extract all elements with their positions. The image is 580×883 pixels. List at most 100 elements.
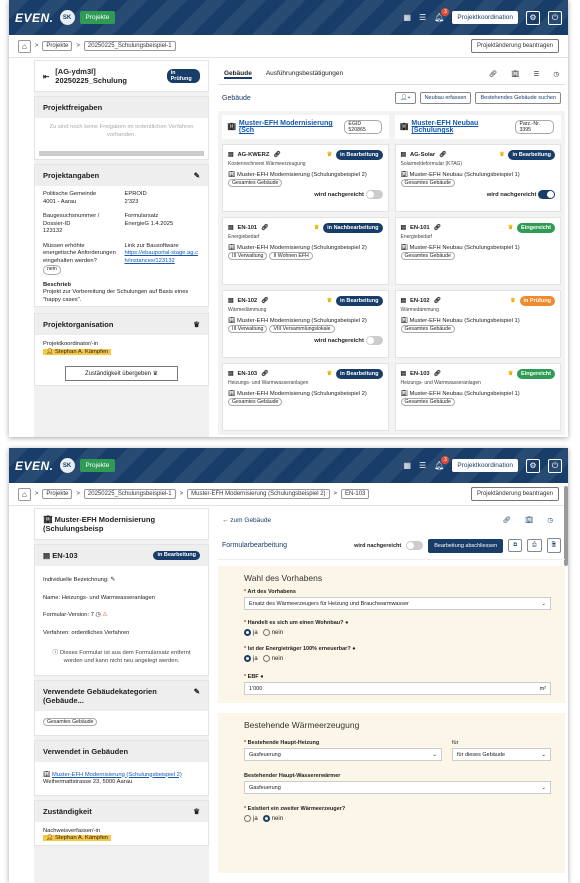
link-icon[interactable]: 🔗︎ [434,224,441,232]
zustaendigkeit-button[interactable]: Zuständigkeit übergeben ♛ [65,366,178,381]
form-building-name[interactable]: Muster-EFH Neubau (Schulungsbeispiel 1) [409,318,519,324]
ebf-input[interactable]: 1'000 m² [244,682,551,696]
settings-icon[interactable]: ⚙ [526,458,540,473]
breadcrumb-projekte[interactable]: Projekte [42,489,73,499]
art-select[interactable]: Ersatz des Wärmeerzeugers für Heizung un… [244,597,551,610]
power-icon[interactable]: ⏻ [548,10,562,25]
avatar[interactable]: SK [59,458,75,473]
horizontal-scrollbar[interactable] [39,151,204,156]
link-icon[interactable]: 🔗︎ [261,224,268,232]
suchen-button[interactable]: Bestehendes Gebäude suchen [475,92,561,104]
breadcrumb-building[interactable]: Muster-EFH Modernisierung (Schulungsbeis… [187,489,330,499]
link-icon[interactable]: 🔗︎ [434,297,441,305]
tab-gebaeude[interactable]: Gebäude [224,70,252,79]
breadcrumb-projekte[interactable]: Projekte [42,41,73,51]
history-icon[interactable]: ◷ [94,612,102,618]
edit-icon[interactable]: ✎ [194,171,200,180]
radio-nein[interactable] [262,815,270,823]
projekte-button[interactable]: Projekte [79,11,116,24]
form-card[interactable]: ▤ EN-103 🔗︎ ♛ Eingereicht Heizungs- und Warmw… [394,363,561,431]
history-icon[interactable]: ◷ [547,516,553,524]
form-building-name[interactable]: Muster-EFH Neubau (Schulungsbeispiel 1) [409,391,519,397]
building-icon[interactable]: 🏢︎ [525,516,533,524]
list-icon[interactable]: ☰ [419,13,426,22]
form-building-name[interactable]: Muster-EFH Neubau (Schulungsbeispiel 1) [409,245,519,251]
building-icon[interactable]: 🏢︎ [511,70,519,79]
home-icon[interactable]: ⌂ [18,39,31,53]
edit-icon[interactable]: ✎ [110,577,115,583]
fuer-select[interactable]: für dieses Gebäude ⌄ [452,748,551,762]
form-card[interactable]: ▤ EN-101 🔗︎ ♛ in Nachbearbeitung Energiebedar… [222,217,389,285]
wassererwaermer-select[interactable]: Gasfeuerung ⌄ [244,781,551,795]
building-link[interactable]: Muster-EFH Neubau (Schulungsk [411,120,512,134]
form-card[interactable]: ▤ EN-103 🔗︎ ♛ in Bearbeitung Heizungs- und Wa… [222,363,389,431]
hauptheizung-select[interactable]: Gasfeuerung ⌄ [244,748,442,762]
settings-icon[interactable]: ⚙ [526,10,540,25]
avatar[interactable]: SK [59,10,75,25]
link-icon[interactable]: 🔗︎ [434,370,441,378]
grid-icon[interactable]: ▦ [403,13,411,22]
zust-person[interactable]: 👤︎ Stephan A. Kämpfen [43,835,112,841]
building-link[interactable]: Muster-EFH Modernisierung (Sch [239,120,342,134]
org-person[interactable]: 👤︎ Stephan A. Kämpfen [43,348,112,355]
link-icon[interactable]: 🔗︎ [489,70,497,79]
abschliessen-button[interactable]: Bearbeitung abschliessen [428,538,504,553]
used-in-link[interactable]: Muster-EFH Modernisierung (Schulungsbeis… [52,772,182,778]
nachgereicht-toggle[interactable] [365,190,383,199]
form-building-name[interactable]: Muster-EFH Neubau (Schulungsbeispiel 1) [409,172,519,178]
link-icon[interactable]: 🔗︎ [439,151,446,159]
bell-icon[interactable]: 🔔︎ 3 [434,456,450,470]
form-building-name[interactable]: Muster-EFH Modernisierung (Schulungsbeis… [237,172,367,178]
breadcrumb-project[interactable]: 20250225_Schulungsbeispiel-1 [83,41,176,51]
form-building-name[interactable]: Muster-EFH Modernisierung (Schulungsbeis… [237,318,367,324]
radio-ja[interactable] [244,655,251,663]
print-icon[interactable]: ⎙ [527,539,542,552]
role-button[interactable]: Projektkoordination [452,459,518,472]
tab-ausfuehrung[interactable]: Ausführungsbestätigungen [266,70,343,79]
form-card[interactable]: ▤ EN-101 🔗︎ ♛ Eingereicht Energiebedarf 🏢︎ Mus… [394,217,561,285]
radio-nein[interactable] [262,629,270,636]
home-icon[interactable]: ⌂ [18,487,31,501]
projektaenderung-button[interactable]: Projektänderung beantragen [470,39,559,53]
link-icon[interactable]: 🔗︎ [503,516,511,524]
breadcrumb-form[interactable]: EN-103 [341,489,370,499]
field-value[interactable]: https://ebauportal-stage.ag.ch/instances… [125,250,201,265]
add-person-icon[interactable]: 👤︎+ [395,92,416,104]
form-building-name[interactable]: Muster-EFH Modernisierung (Schulungsbeis… [237,245,367,251]
nachgereicht-toggle[interactable] [406,541,424,550]
app-logo[interactable]: EVEN. [15,459,54,473]
link-icon[interactable]: 🔗︎ [273,151,280,159]
radio-ja[interactable] [244,815,251,823]
nachgereicht-toggle[interactable] [538,190,555,199]
filter-icon[interactable]: ☰ [534,70,540,79]
list-icon[interactable]: ☰ [419,461,426,470]
form-card[interactable]: ▤ AG-KWERZ 🔗︎ ♛ in Bearbeitung Kostenrechnere… [222,144,389,212]
info-icon[interactable]: ● [352,646,355,652]
radio-ja[interactable] [244,629,251,636]
bell-icon[interactable]: 🔔︎ 3 [434,8,450,22]
form-card[interactable]: ▤ AG-Solar 🔗︎ ♛ in Bearbeitung Solarmeldeform… [394,144,561,212]
nachgereicht-toggle[interactable] [365,336,383,345]
projektaenderung-button[interactable]: Projektänderung beantragen [470,487,559,501]
form-building-name[interactable]: Muster-EFH Modernisierung (Schulungsbeis… [237,391,367,397]
copy-icon[interactable]: ⧉ [508,539,523,552]
back-icon[interactable]: ⇤ [43,72,49,81]
radio-nein[interactable] [262,655,270,663]
grid-icon[interactable]: ▦ [403,461,411,470]
breadcrumb-project[interactable]: 20250225_Schulungsbeispiel-1 [83,489,176,499]
history-icon[interactable]: ◷ [553,70,559,79]
power-icon[interactable]: ⏻ [548,458,562,473]
role-button[interactable]: Projektkoordination [452,11,518,24]
form-card[interactable]: ▤ EN-102 🔗︎ ♛ in Bearbeitung Wärmedämmung 🏢︎ M… [222,290,389,358]
projekte-button[interactable]: Projekte [79,459,116,472]
neubau-button[interactable]: Neubau erfassen [419,92,472,104]
link-icon[interactable]: 🔗︎ [261,370,268,378]
form-card[interactable]: ▤ EN-102 🔗︎ ♛ in Prüfung Wärmedämmung 🏢︎ Muste… [394,290,561,358]
edit-icon[interactable]: ✎ [194,687,200,705]
info-icon[interactable]: ● [260,674,263,680]
pdf-icon[interactable]: 🗎︎ [546,538,561,553]
link-icon[interactable]: 🔗︎ [261,297,268,305]
app-logo[interactable]: EVEN. [15,11,54,25]
info-icon[interactable]: ● [345,620,348,626]
back-link[interactable]: ← zum Gebäude [222,517,271,524]
